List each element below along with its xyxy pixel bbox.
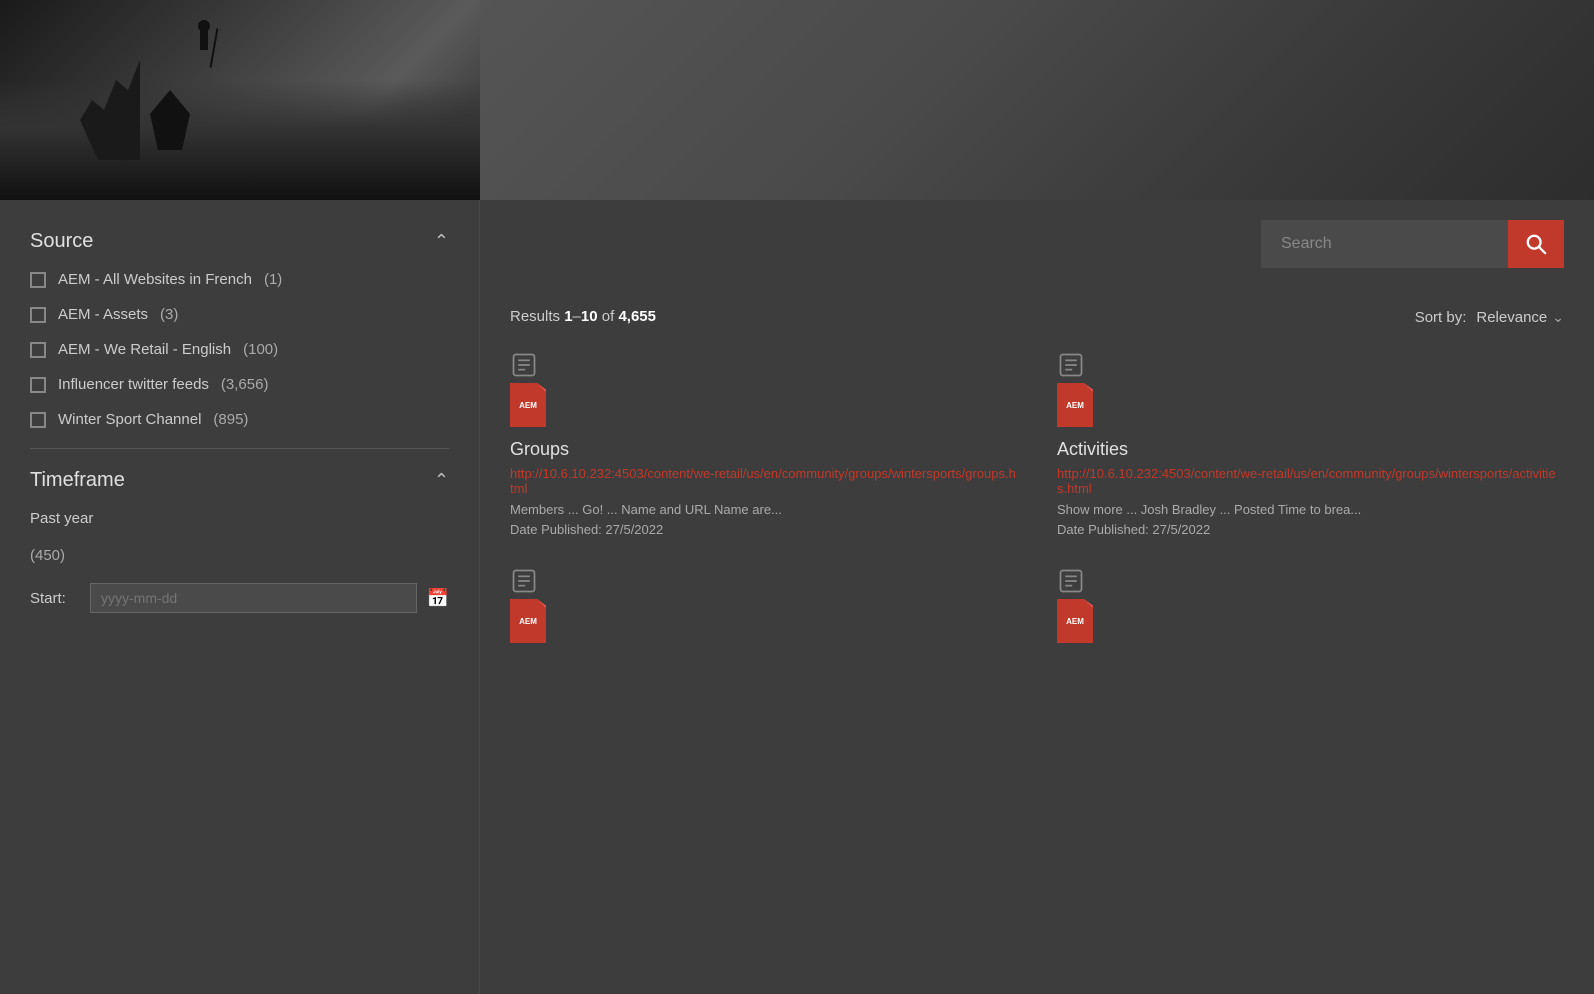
filter-divider [30, 448, 449, 449]
page-icon-3 [1057, 567, 1085, 595]
result-doc-row-0: AEM [510, 383, 1017, 433]
search-results-area: Results 1–10 of 4,655 Sort by: Relevance… [480, 200, 1594, 994]
filter-count-2: (100) [243, 341, 278, 358]
results-label: Results [510, 308, 560, 325]
result-icon-row-1 [1057, 351, 1564, 379]
doc-icon-3: AEM [1057, 599, 1093, 643]
filter-checkbox-1[interactable] [30, 307, 46, 323]
filter-label-1: AEM - Assets [58, 306, 148, 323]
source-filter-section: Source ⌃ AEM - All Websites in French (1… [30, 230, 449, 428]
result-title-0: Groups [510, 439, 1017, 460]
filter-count-4: (895) [213, 411, 248, 428]
result-snippet-0: Members ... Go! ... Name and URL Name ar… [510, 502, 1017, 517]
past-year-filter[interactable]: Past year (450) [30, 510, 449, 565]
filter-label-3: Influencer twitter feeds [58, 376, 209, 393]
result-doc-row-1: AEM [1057, 383, 1564, 433]
past-year-label: Past year [30, 510, 449, 527]
sort-chevron-icon: ⌄ [1552, 309, 1564, 326]
calendar-icon[interactable]: 📅 [427, 588, 449, 609]
timeframe-filter-title: Timeframe [30, 469, 125, 492]
source-filter-title: Source [30, 230, 93, 253]
main-content: Source ⌃ AEM - All Websites in French (1… [0, 200, 1594, 994]
result-card-2: AEM [510, 567, 1017, 655]
result-url-0[interactable]: http://10.6.10.232:4503/content/we-retai… [510, 466, 1017, 496]
result-card-1: AEM Activities http://10.6.10.232:4503/c… [1057, 351, 1564, 537]
search-input[interactable] [1261, 220, 1508, 268]
filter-count-0: (1) [264, 271, 282, 288]
sort-select[interactable]: Relevance ⌄ [1476, 309, 1564, 326]
filter-count-1: (3) [160, 306, 178, 323]
search-button[interactable] [1508, 220, 1564, 268]
filter-item-4[interactable]: Winter Sport Channel (895) [30, 411, 449, 428]
filter-item-2[interactable]: AEM - We Retail - English (100) [30, 341, 449, 358]
page-icon-1 [1057, 351, 1085, 379]
filter-checkbox-2[interactable] [30, 342, 46, 358]
result-icon-row-2 [510, 567, 1017, 595]
filter-item-3[interactable]: Influencer twitter feeds (3,656) [30, 376, 449, 393]
result-date-1: Date Published: 27/5/2022 [1057, 522, 1564, 537]
results-count-text: Results 1–10 of 4,655 [510, 308, 656, 325]
sidebar-filters: Source ⌃ AEM - All Websites in French (1… [0, 200, 480, 994]
result-icon-row-0 [510, 351, 1017, 379]
search-icon [1525, 233, 1547, 255]
results-range-end: 10 [581, 308, 598, 325]
results-total: 4,655 [618, 308, 656, 325]
date-start-field: Start: 📅 [30, 583, 449, 613]
date-start-input[interactable] [90, 583, 417, 613]
source-chevron-icon[interactable]: ⌃ [434, 231, 449, 252]
page-icon-2 [510, 567, 538, 595]
result-doc-row-2: AEM [510, 599, 1017, 649]
sort-label: Sort by: [1415, 309, 1467, 326]
results-header: Results 1–10 of 4,655 Sort by: Relevance… [510, 308, 1564, 326]
filter-label-0: AEM - All Websites in French [58, 271, 252, 288]
filter-checkbox-4[interactable] [30, 412, 46, 428]
result-snippet-1: Show more ... Josh Bradley ... Posted Ti… [1057, 502, 1564, 517]
source-filter-header: Source ⌃ [30, 230, 449, 253]
result-url-1[interactable]: http://10.6.10.232:4503/content/we-retai… [1057, 466, 1564, 496]
doc-icon-1: AEM [1057, 383, 1093, 427]
timeframe-filter-header: Timeframe ⌃ [30, 469, 449, 492]
filter-checkbox-0[interactable] [30, 272, 46, 288]
past-year-count: (450) [30, 547, 65, 564]
results-separator: of [602, 308, 615, 325]
results-count-area: Results 1–10 of 4,655 [510, 308, 656, 326]
result-date-0: Date Published: 27/5/2022 [510, 522, 1017, 537]
result-card-0: AEM Groups http://10.6.10.232:4503/conte… [510, 351, 1017, 537]
doc-icon-0: AEM [510, 383, 546, 427]
doc-icon-2: AEM [510, 599, 546, 643]
date-start-label: Start: [30, 590, 80, 607]
search-bar [1261, 220, 1564, 268]
results-grid: AEM Groups http://10.6.10.232:4503/conte… [510, 351, 1564, 685]
filter-count-3: (3,656) [221, 376, 269, 393]
doc-label-0: AEM [519, 401, 537, 410]
sort-container: Sort by: Relevance ⌄ [1415, 309, 1564, 326]
result-doc-row-3: AEM [1057, 599, 1564, 649]
sort-value: Relevance [1476, 309, 1547, 326]
doc-label-3: AEM [1066, 617, 1084, 626]
result-card-3: AEM [1057, 567, 1564, 655]
doc-label-1: AEM [1066, 401, 1084, 410]
filter-label-2: AEM - We Retail - English [58, 341, 231, 358]
hero-image-left [0, 0, 480, 200]
page-icon-0 [510, 351, 538, 379]
results-range-start: 1 [564, 308, 572, 325]
hero-image-right [480, 0, 1594, 200]
filter-item-0[interactable]: AEM - All Websites in French (1) [30, 271, 449, 288]
timeframe-filter-section: Timeframe ⌃ Past year (450) Start: 📅 [30, 469, 449, 613]
filter-item-1[interactable]: AEM - Assets (3) [30, 306, 449, 323]
filter-label-4: Winter Sport Channel [58, 411, 201, 428]
result-title-1: Activities [1057, 439, 1564, 460]
timeframe-chevron-icon[interactable]: ⌃ [434, 470, 449, 491]
result-icon-row-3 [1057, 567, 1564, 595]
filter-checkbox-3[interactable] [30, 377, 46, 393]
hero-banner [0, 0, 1594, 200]
doc-label-2: AEM [519, 617, 537, 626]
